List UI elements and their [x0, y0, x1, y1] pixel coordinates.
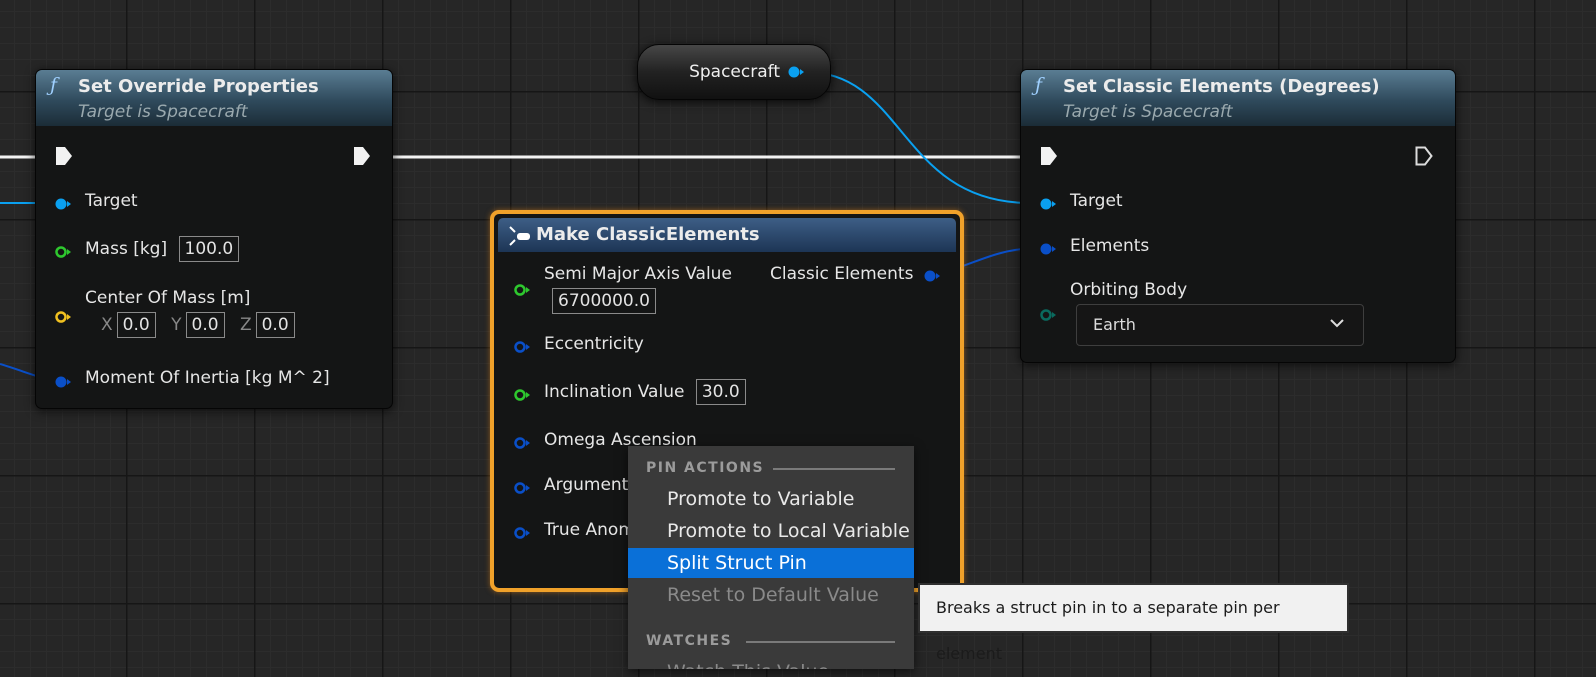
mass-value-input[interactable]: 100.0	[178, 236, 240, 262]
orbiting-body-pin-label: Orbiting Body	[1070, 280, 1188, 300]
mass-pin-icon[interactable]	[55, 246, 71, 258]
chevron-down-icon	[1330, 319, 1344, 328]
mass-pin-row: Mass [kg] 100.0	[85, 236, 240, 262]
moment-pin-icon[interactable]	[55, 376, 71, 388]
target-pin-icon[interactable]	[55, 198, 71, 210]
inclination-label: Inclination Value	[544, 382, 685, 402]
spacecraft-variable-node[interactable]: Spacecraft	[637, 44, 831, 100]
y-axis-label: Y	[171, 315, 182, 335]
true-anomaly-pin-icon[interactable]	[514, 527, 530, 539]
promote-to-variable-item[interactable]: Promote to Variable	[628, 484, 914, 514]
target-pin-label: Target	[85, 191, 138, 211]
com-z-input[interactable]: 0.0	[255, 312, 295, 338]
inclination-row: Inclination Value 30.0	[544, 379, 746, 405]
target-pin-icon[interactable]	[1040, 198, 1056, 210]
set-override-properties-node[interactable]: ƒ Set Override Properties Target is Spac…	[35, 69, 393, 409]
node-header[interactable]: ƒ Set Classic Elements (Degrees) Target …	[1021, 70, 1455, 126]
moment-pin-label: Moment Of Inertia [kg M^ 2]	[85, 368, 330, 388]
inclination-pin-icon[interactable]	[514, 389, 530, 401]
pin-actions-section-header: PIN ACTIONS	[646, 460, 765, 476]
orbiting-body-pin-icon[interactable]	[1040, 309, 1056, 321]
spacecraft-target-wire	[805, 71, 1031, 204]
center-of-mass-fields: X 0.0 Y 0.0 Z 0.0	[91, 312, 295, 338]
node-title: Make ClassicElements	[536, 224, 760, 245]
argument-pin-icon[interactable]	[514, 482, 530, 494]
classic-elements-output-pin-icon[interactable]	[924, 270, 940, 282]
z-axis-label: Z	[239, 315, 252, 335]
mass-pin-label: Mass [kg]	[85, 239, 168, 259]
reset-to-default-value-item: Reset to Default Value	[667, 584, 879, 606]
node-title: Set Classic Elements (Degrees)	[1063, 76, 1380, 97]
exec-in-pin-icon[interactable]	[1040, 146, 1058, 166]
classic-elements-output-label: Classic Elements	[770, 264, 914, 284]
semi-major-axis-pin-icon[interactable]	[514, 284, 530, 296]
watches-section-header: WATCHES	[646, 633, 733, 649]
x-axis-label: X	[101, 315, 113, 335]
elements-pin-icon[interactable]	[1040, 243, 1056, 255]
eccentricity-label: Eccentricity	[544, 334, 644, 354]
section-divider	[746, 641, 895, 643]
eccentricity-pin-icon[interactable]	[514, 341, 530, 353]
make-struct-icon	[509, 226, 530, 246]
semi-major-axis-input[interactable]: 6700000.0	[552, 288, 656, 314]
spacecraft-output-pin-icon[interactable]	[788, 66, 804, 78]
omega-ascension-pin-icon[interactable]	[514, 437, 530, 449]
exec-in-pin-icon[interactable]	[55, 146, 73, 166]
split-struct-pin-item[interactable]: Split Struct Pin	[628, 548, 914, 578]
spacecraft-variable-label: Spacecraft	[689, 62, 780, 82]
pin-context-menu[interactable]: PIN ACTIONS Promote to Variable Promote …	[628, 446, 914, 669]
exec-out-pin-icon[interactable]	[353, 146, 371, 166]
com-y-input[interactable]: 0.0	[185, 312, 225, 338]
function-icon: ƒ	[1035, 74, 1043, 96]
node-subtitle: Target is Spacecraft	[1063, 102, 1233, 122]
function-icon: ƒ	[50, 74, 58, 96]
target-pin-label: Target	[1070, 191, 1123, 211]
node-header[interactable]: ƒ Set Override Properties Target is Spac…	[36, 70, 392, 126]
semi-major-axis-label: Semi Major Axis Value	[544, 264, 732, 284]
elements-pin-label: Elements	[1070, 236, 1150, 256]
promote-to-local-variable-item[interactable]: Promote to Local Variable	[628, 516, 914, 546]
true-anomaly-label: True Anom	[544, 520, 635, 540]
orbiting-body-dropdown[interactable]: Earth	[1076, 304, 1364, 346]
center-of-mass-pin-icon[interactable]	[55, 311, 71, 323]
node-title: Set Override Properties	[78, 76, 319, 97]
node-subtitle: Target is Spacecraft	[78, 102, 248, 122]
exec-out-pin-icon[interactable]	[1415, 146, 1433, 166]
semi-major-axis-field: 6700000.0	[552, 288, 656, 314]
watch-this-value-item: Watch This Value	[628, 657, 914, 669]
orbiting-body-value: Earth	[1093, 315, 1136, 334]
center-of-mass-pin-label: Center Of Mass [m]	[85, 288, 251, 308]
node-header[interactable]: Make ClassicElements	[498, 218, 956, 252]
split-struct-pin-tooltip: Breaks a struct pin in to a separate pin…	[918, 583, 1349, 663]
section-divider	[773, 468, 895, 470]
com-x-input[interactable]: 0.0	[116, 312, 156, 338]
inclination-input[interactable]: 30.0	[695, 379, 746, 405]
